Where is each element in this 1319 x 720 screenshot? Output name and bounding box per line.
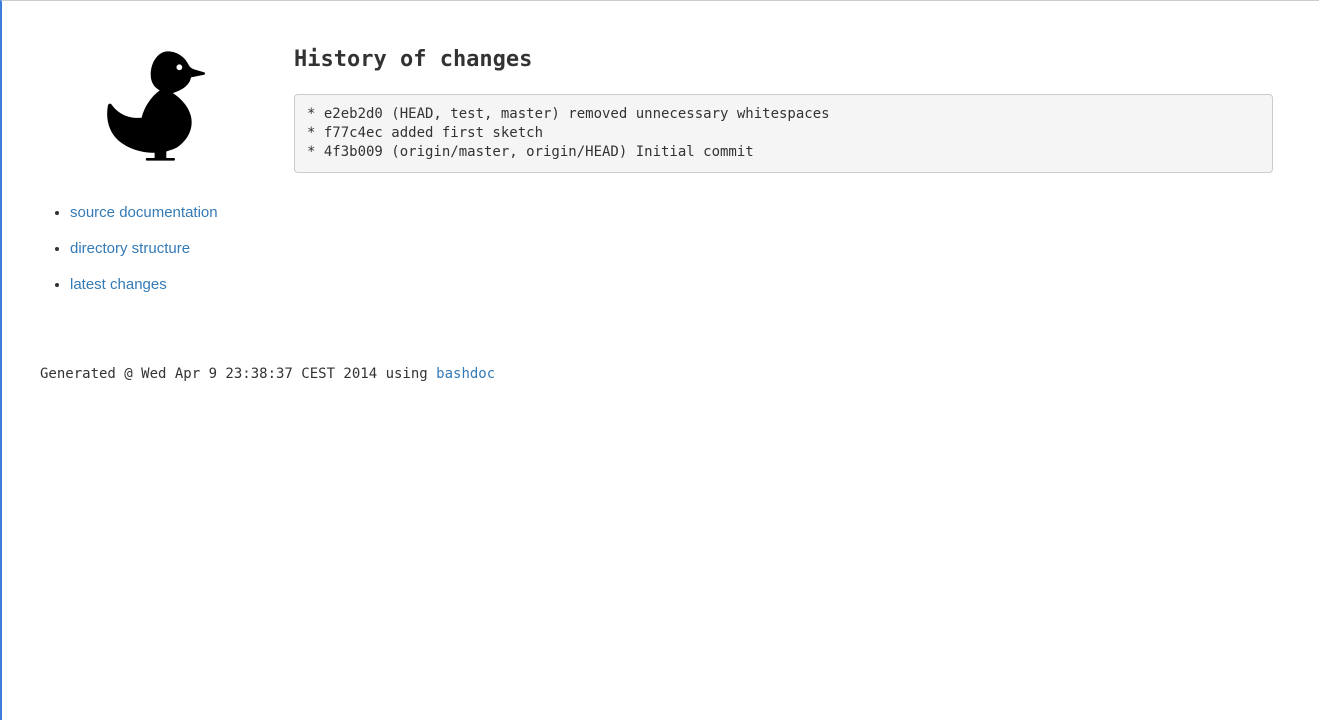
footer: Generated @ Wed Apr 9 23:38:37 CEST 2014… (40, 366, 495, 382)
sidebar: source documentation directory structure… (2, 1, 262, 312)
nav-item-source-documentation: source documentation (70, 204, 262, 222)
duck-icon (87, 41, 217, 176)
link-latest-changes[interactable]: latest changes (70, 276, 167, 293)
link-bashdoc[interactable]: bashdoc (436, 366, 495, 382)
page: source documentation directory structure… (2, 1, 1319, 312)
main-content: History of changes * e2eb2d0 (HEAD, test… (262, 1, 1319, 312)
link-directory-structure[interactable]: directory structure (70, 240, 190, 257)
history-log: * e2eb2d0 (HEAD, test, master) removed u… (294, 94, 1273, 173)
nav-item-directory-structure: directory structure (70, 240, 262, 258)
footer-text: Generated @ Wed Apr 9 23:38:37 CEST 2014… (40, 366, 436, 382)
link-source-documentation[interactable]: source documentation (70, 204, 218, 221)
logo (42, 41, 262, 176)
page-title: History of changes (294, 47, 1273, 72)
nav-list: source documentation directory structure… (42, 204, 262, 294)
nav-item-latest-changes: latest changes (70, 276, 262, 294)
